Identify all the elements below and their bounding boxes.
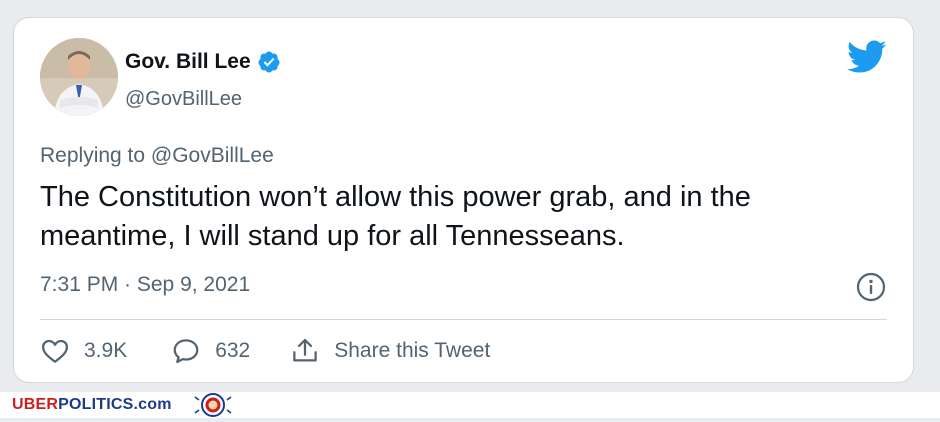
reply-count: 632 (215, 339, 251, 362)
share-label: Share this Tweet (334, 339, 491, 362)
watermark-bar: UBERPOLITICS.com (0, 392, 940, 418)
watermark-logo-text: UBERPOLITICS.com (12, 396, 172, 414)
twitter-bird-icon[interactable] (847, 40, 887, 74)
tweet-text: The Constitution won’t allow this power … (40, 181, 751, 252)
tweet-timestamp[interactable]: 7:31 PM · Sep 9, 2021 (40, 273, 250, 297)
action-divider (40, 319, 887, 320)
author-handle[interactable]: @GovBillLee (125, 88, 242, 111)
info-icon[interactable] (855, 271, 887, 303)
verified-badge-icon (257, 50, 281, 74)
share-button[interactable]: Share this Tweet (290, 336, 490, 366)
author-name-row: Gov. Bill Lee (125, 50, 281, 74)
watermark-part-com: .com (133, 396, 172, 413)
avatar[interactable] (40, 38, 118, 116)
tweet-actions: 3.9K 632 Share this Tweet (40, 336, 490, 366)
speech-bubble-icon (173, 339, 199, 364)
share-upload-icon (293, 338, 317, 362)
like-count: 3.9K (84, 339, 128, 362)
avatar-photo (40, 38, 118, 116)
tweet-card: Gov. Bill Lee @GovBillLee Replying to @G… (13, 17, 914, 383)
watermark-part-politics: POLITICS (58, 396, 134, 413)
author-name[interactable]: Gov. Bill Lee (125, 50, 251, 74)
heart-icon (42, 339, 68, 363)
watermark-part-uber: UBER (12, 396, 59, 413)
reply-button[interactable]: 632 (171, 336, 250, 366)
watermark-seal-icon (191, 393, 235, 417)
replying-to-label[interactable]: Replying to @GovBillLee (40, 144, 274, 168)
like-button[interactable]: 3.9K (40, 336, 127, 366)
